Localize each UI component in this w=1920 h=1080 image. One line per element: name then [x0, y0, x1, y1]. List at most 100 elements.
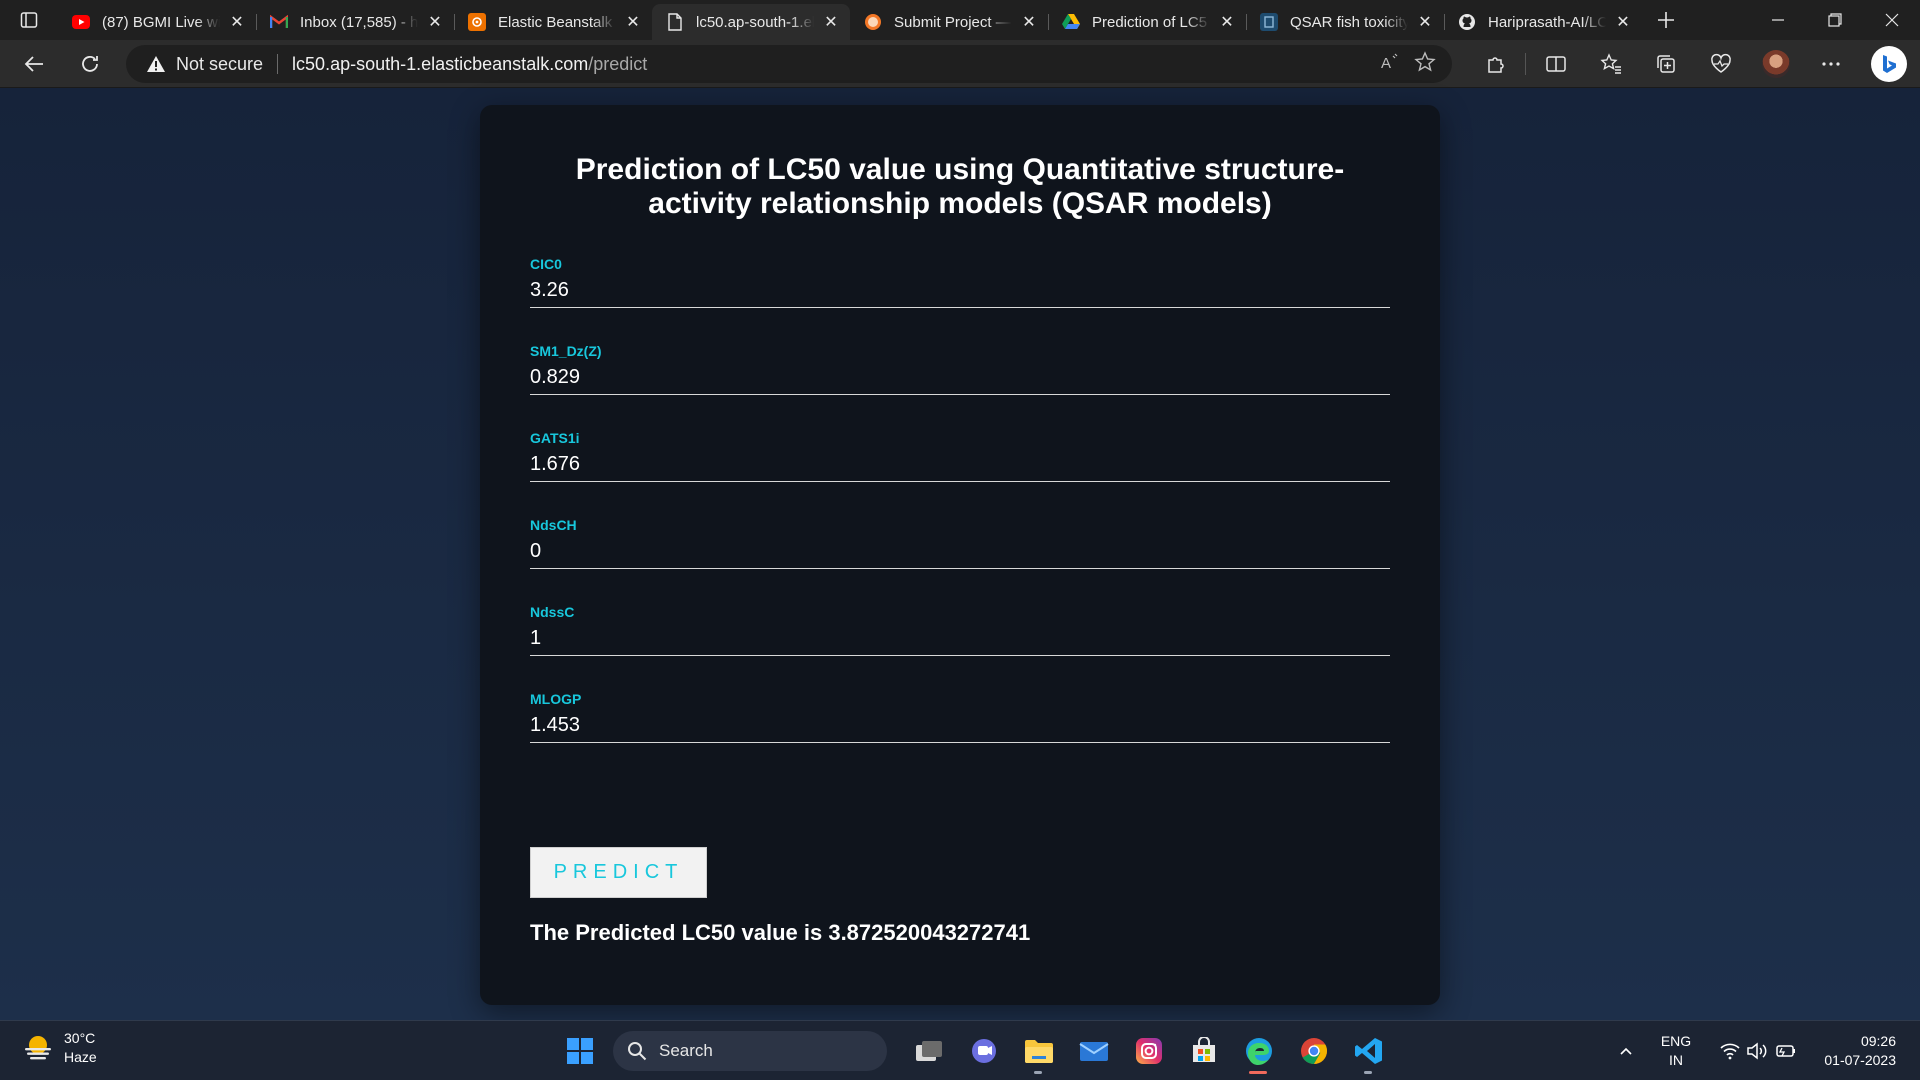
warning-icon: [147, 56, 165, 72]
vscode-icon: [1354, 1038, 1382, 1064]
running-indicator: [1249, 1071, 1267, 1074]
close-icon[interactable]: ✕: [1218, 13, 1236, 31]
mlogp-input[interactable]: [530, 709, 1390, 743]
toolbar-actions: [1468, 44, 1920, 84]
weather-widget[interactable]: 30°C Haze: [22, 1029, 97, 1067]
page-icon: [666, 13, 684, 31]
sm1-dz-input[interactable]: [530, 361, 1390, 395]
profile-button[interactable]: [1748, 44, 1803, 84]
teams-chat-button[interactable]: [956, 1027, 1011, 1075]
file-explorer-button[interactable]: [1011, 1027, 1066, 1075]
address-bar-actions: A: [1378, 45, 1436, 83]
refresh-button[interactable]: [70, 44, 110, 84]
weather-desc: Haze: [64, 1049, 97, 1065]
browser-tab[interactable]: Hariprasath-AI/LC ✕: [1444, 6, 1642, 38]
browser-tab[interactable]: Elastic Beanstalk ✕: [454, 6, 652, 38]
restore-button[interactable]: [1806, 0, 1863, 40]
gats1i-input[interactable]: [530, 448, 1390, 482]
tab-actions-button[interactable]: [0, 0, 58, 40]
show-hidden-icons-button[interactable]: [1606, 1043, 1646, 1059]
field-label: GATS1i: [530, 430, 580, 446]
security-indicator[interactable]: Not secure: [146, 54, 263, 75]
field-ndssc: NdssC: [530, 580, 1390, 667]
system-tray: ENG IN 09:26 01-07-2023: [1606, 1021, 1920, 1080]
gmail-icon: [270, 13, 288, 31]
cic0-input[interactable]: [530, 274, 1390, 308]
ndssc-input[interactable]: [530, 622, 1390, 656]
quick-settings-button[interactable]: [1706, 1042, 1810, 1060]
mail-icon: [1078, 1042, 1109, 1061]
close-icon: [1885, 13, 1898, 27]
predict-button[interactable]: PREDICT: [530, 847, 707, 898]
collections-button[interactable]: [1638, 44, 1693, 84]
region-code: IN: [1669, 1052, 1683, 1068]
close-window-button[interactable]: [1863, 0, 1920, 40]
microsoft-store-button[interactable]: [1176, 1027, 1231, 1075]
field-cic0: CIC0: [530, 232, 1390, 319]
tab-title: QSAR fish toxicity: [1290, 13, 1408, 31]
minimize-button[interactable]: [1749, 0, 1806, 40]
close-icon[interactable]: ✕: [228, 13, 246, 31]
chrome-button[interactable]: [1286, 1027, 1341, 1075]
clock[interactable]: 09:26 01-07-2023: [1810, 1032, 1920, 1070]
bing-icon: [1871, 46, 1907, 82]
address-bar[interactable]: Not secure lc50.ap-south-1.elasticbeanst…: [126, 45, 1452, 83]
puzzle-icon: [1487, 57, 1504, 73]
github-icon: [1458, 13, 1476, 31]
split-screen-icon: [1545, 56, 1566, 72]
browser-tab-active[interactable]: lc50.ap-south-1.el ✕: [652, 4, 850, 40]
taskbar-apps: Search: [552, 1027, 1396, 1075]
drive-icon: [1062, 13, 1080, 31]
instagram-button[interactable]: [1121, 1027, 1176, 1075]
browser-tab[interactable]: Submit Project — ✕: [850, 6, 1048, 38]
chat-icon: [971, 1039, 996, 1063]
browser-tab[interactable]: QSAR fish toxicity ✕: [1246, 6, 1444, 38]
close-icon[interactable]: ✕: [1614, 13, 1632, 31]
chevron-up-icon: [1620, 1047, 1632, 1055]
mail-button[interactable]: [1066, 1027, 1121, 1075]
back-button[interactable]: [14, 44, 54, 84]
edge-button[interactable]: [1231, 1027, 1286, 1075]
language-indicator[interactable]: ENG IN: [1646, 1032, 1706, 1070]
restore-icon: [1827, 13, 1842, 27]
close-icon[interactable]: ✕: [1416, 13, 1434, 31]
close-icon[interactable]: ✕: [822, 13, 840, 31]
youtube-icon: [72, 13, 90, 31]
new-tab-button[interactable]: [1646, 0, 1686, 40]
favorite-star-icon[interactable]: [1414, 50, 1436, 78]
field-mlogp: MLOGP: [530, 667, 1390, 754]
weather-haze-icon: [25, 1036, 51, 1060]
field-label: SM1_Dz(Z): [530, 343, 602, 359]
field-label: CIC0: [530, 256, 562, 272]
task-view-button[interactable]: [901, 1027, 956, 1075]
vscode-button[interactable]: [1341, 1027, 1396, 1075]
browser-tab[interactable]: Prediction of LC5 ✕: [1048, 6, 1246, 38]
browser-tab[interactable]: (87) BGMI Live wi ✕: [58, 6, 256, 38]
tab-title: Inbox (17,585) - h: [300, 13, 418, 31]
running-indicator: [1364, 1071, 1372, 1074]
close-icon[interactable]: ✕: [426, 13, 444, 31]
field-ndsch: NdsCH: [530, 493, 1390, 580]
close-icon[interactable]: ✕: [624, 13, 642, 31]
tab-title: lc50.ap-south-1.el: [696, 13, 814, 31]
close-icon[interactable]: ✕: [1020, 13, 1038, 31]
wifi-icon: [1720, 1043, 1740, 1060]
field-label: NdsCH: [530, 517, 577, 533]
read-aloud-icon[interactable]: A: [1378, 51, 1400, 78]
field-sm1-dz: SM1_Dz(Z): [530, 319, 1390, 406]
url-path: /predict: [588, 53, 648, 74]
browser-essentials-button[interactable]: [1693, 44, 1748, 84]
browser-tab[interactable]: Inbox (17,585) - h ✕: [256, 6, 454, 38]
taskbar-search[interactable]: Search: [613, 1031, 887, 1071]
search-icon: [628, 1042, 647, 1061]
input-fields: CIC0 SM1_Dz(Z) GATS1i NdsCH NdssC MLOGP: [530, 232, 1390, 754]
folder-icon: [1024, 1040, 1053, 1063]
ndsch-input[interactable]: [530, 535, 1390, 569]
favorites-button[interactable]: [1583, 44, 1638, 84]
extensions-button[interactable]: [1468, 44, 1523, 84]
settings-more-button[interactable]: [1803, 44, 1858, 84]
start-button[interactable]: [552, 1027, 607, 1075]
uci-icon: [1260, 13, 1278, 31]
bing-chat-button[interactable]: [1858, 44, 1920, 84]
split-screen-button[interactable]: [1528, 44, 1583, 84]
